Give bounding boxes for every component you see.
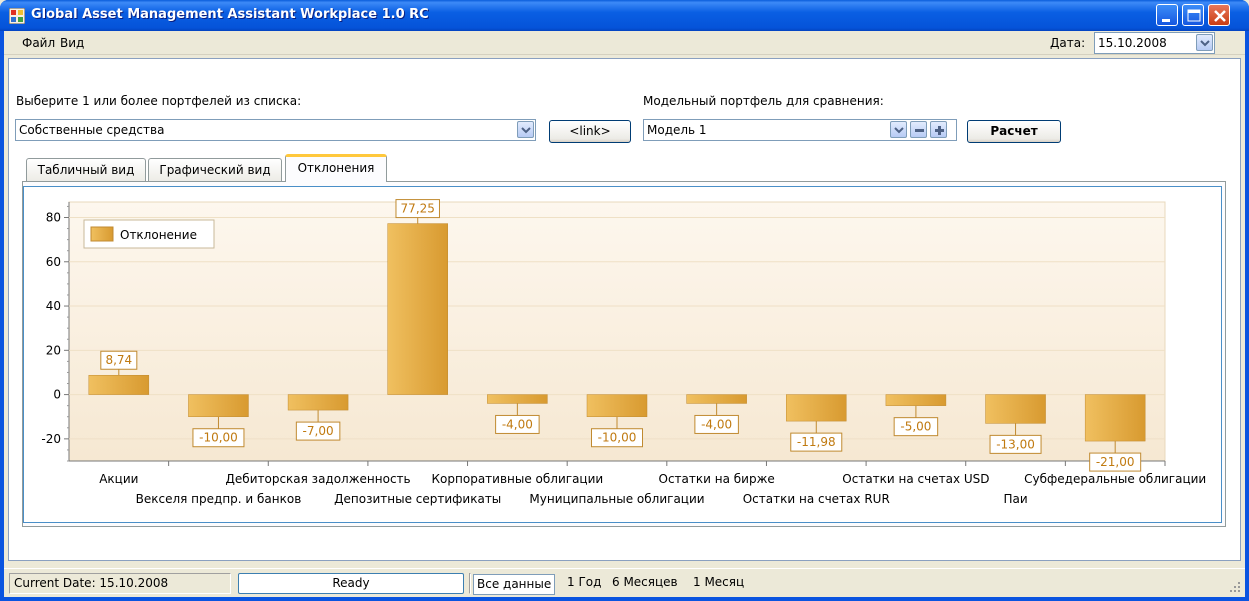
x-tick-label: Остатки на бирже xyxy=(659,472,775,486)
title-bar[interactable]: Global Asset Management Assistant Workpl… xyxy=(0,0,1249,31)
chevron-down-icon xyxy=(1200,40,1210,47)
client-area: Файл Вид Дата: 15.10.2008 Выберите 1 или… xyxy=(4,31,1245,597)
y-tick-label: 40 xyxy=(46,299,61,313)
date-label: Дата: xyxy=(1050,36,1086,50)
model-remove-button[interactable] xyxy=(910,121,927,138)
calculate-button[interactable]: Расчет xyxy=(967,120,1061,143)
status-ready: Ready xyxy=(238,573,464,594)
y-tick-label: 20 xyxy=(46,343,61,357)
menu-bar: Файл Вид Дата: 15.10.2008 xyxy=(4,31,1245,55)
date-dropdown-button[interactable] xyxy=(1196,34,1213,51)
tab-deviations[interactable]: Отклонения xyxy=(285,154,387,182)
data-label: -5,00 xyxy=(900,420,931,434)
data-label: -11,98 xyxy=(797,435,836,449)
legend-swatch xyxy=(90,226,114,242)
x-tick-label: Муниципальные облигации xyxy=(529,492,704,506)
model-value: Модель 1 xyxy=(647,123,707,137)
plus-icon xyxy=(935,126,944,135)
minus-icon xyxy=(915,129,924,132)
period-1m-button[interactable]: 1 Месяц xyxy=(693,573,744,594)
y-tick-label: -20 xyxy=(41,432,61,446)
data-label: 77,25 xyxy=(401,202,435,216)
period-6m-button[interactable]: 6 Месяцев xyxy=(612,573,678,594)
bar xyxy=(387,223,448,395)
bar xyxy=(88,374,150,395)
chevron-down-icon xyxy=(894,127,904,134)
minimize-icon xyxy=(1162,19,1170,22)
data-label: -13,00 xyxy=(996,437,1035,451)
maximize-button[interactable] xyxy=(1182,4,1204,26)
period-1y-button[interactable]: 1 Год xyxy=(567,573,601,594)
x-tick-label: Остатки на счетах USD xyxy=(842,472,989,486)
data-label: -4,00 xyxy=(502,417,533,431)
x-tick-label: Остатки на счетах RUR xyxy=(743,492,890,506)
status-separator xyxy=(469,573,471,594)
bar xyxy=(188,394,249,417)
portfolio-value: Собственные средства xyxy=(19,123,165,137)
close-icon xyxy=(1214,10,1226,22)
y-tick-label: 60 xyxy=(46,255,61,269)
minimize-button[interactable] xyxy=(1156,4,1178,26)
status-bar: Current Date: 15.10.2008 Ready Все данны… xyxy=(4,568,1245,597)
legend-label: Отклонение xyxy=(120,228,197,242)
window-title: Global Asset Management Assistant Workpl… xyxy=(31,7,429,22)
model-label: Модельный портфель для сравнения: xyxy=(643,94,884,108)
y-tick-label: 0 xyxy=(53,388,61,402)
data-label: -10,00 xyxy=(199,431,238,445)
bar xyxy=(487,394,548,404)
y-tick-label: 80 xyxy=(46,210,61,224)
link-button[interactable]: <link> xyxy=(549,120,631,143)
tab-table-view[interactable]: Табличный вид xyxy=(26,158,146,182)
app-icon xyxy=(9,8,25,24)
portfolio-combo[interactable]: Собственные средства xyxy=(15,119,536,141)
data-label: -21,00 xyxy=(1096,455,1135,469)
data-label: -7,00 xyxy=(303,424,334,438)
portfolio-dropdown-button[interactable] xyxy=(517,121,534,138)
app-window: Global Asset Management Assistant Workpl… xyxy=(0,0,1249,601)
maximize-icon xyxy=(1187,9,1201,22)
bar xyxy=(885,394,947,406)
data-label: -4,00 xyxy=(701,417,732,431)
bar xyxy=(985,394,1046,424)
x-tick-label: Депозитные сертификаты xyxy=(334,492,501,506)
resize-grip-icon[interactable] xyxy=(1229,581,1241,593)
x-tick-label: Субфедеральные облигации xyxy=(1024,472,1206,486)
date-picker[interactable]: 15.10.2008 xyxy=(1094,32,1215,54)
bar xyxy=(686,394,747,404)
status-current-date: Current Date: 15.10.2008 xyxy=(9,573,231,594)
x-tick-label: Акции xyxy=(99,472,138,486)
portfolio-label: Выберите 1 или более портфелей из списка… xyxy=(16,94,302,108)
tab-graph-view[interactable]: Графический вид xyxy=(148,158,282,182)
model-dropdown-button[interactable] xyxy=(890,121,907,138)
chevron-down-icon xyxy=(521,127,531,134)
x-tick-label: Паи xyxy=(1003,492,1027,506)
date-value: 15.10.2008 xyxy=(1098,36,1167,50)
deviation-chart: 80 60 40 20 0 -20 8,74 Акции -10,00 Векселя предп… xyxy=(41,199,1206,506)
data-label: -10,00 xyxy=(598,431,637,445)
data-label: 8,74 xyxy=(105,353,132,367)
bar xyxy=(287,394,349,411)
bar xyxy=(586,394,648,417)
period-all-button[interactable]: Все данные xyxy=(473,574,556,595)
bar xyxy=(1084,394,1146,442)
menu-file[interactable]: Файл xyxy=(22,36,55,50)
x-tick-label: Дебиторская задолженность xyxy=(226,472,411,486)
model-combo[interactable]: Модель 1 xyxy=(643,119,957,141)
bar xyxy=(786,394,847,422)
menu-view[interactable]: Вид xyxy=(60,36,84,50)
model-add-button[interactable] xyxy=(930,121,947,138)
chart-area: 80 60 40 20 0 -20 8,74 Акции -10,00 Векселя предп… xyxy=(23,186,1222,523)
x-tick-label: Векселя предпр. и банков xyxy=(136,492,302,506)
x-tick-label: Корпоративные облигации xyxy=(432,472,604,486)
close-button[interactable] xyxy=(1208,4,1230,26)
